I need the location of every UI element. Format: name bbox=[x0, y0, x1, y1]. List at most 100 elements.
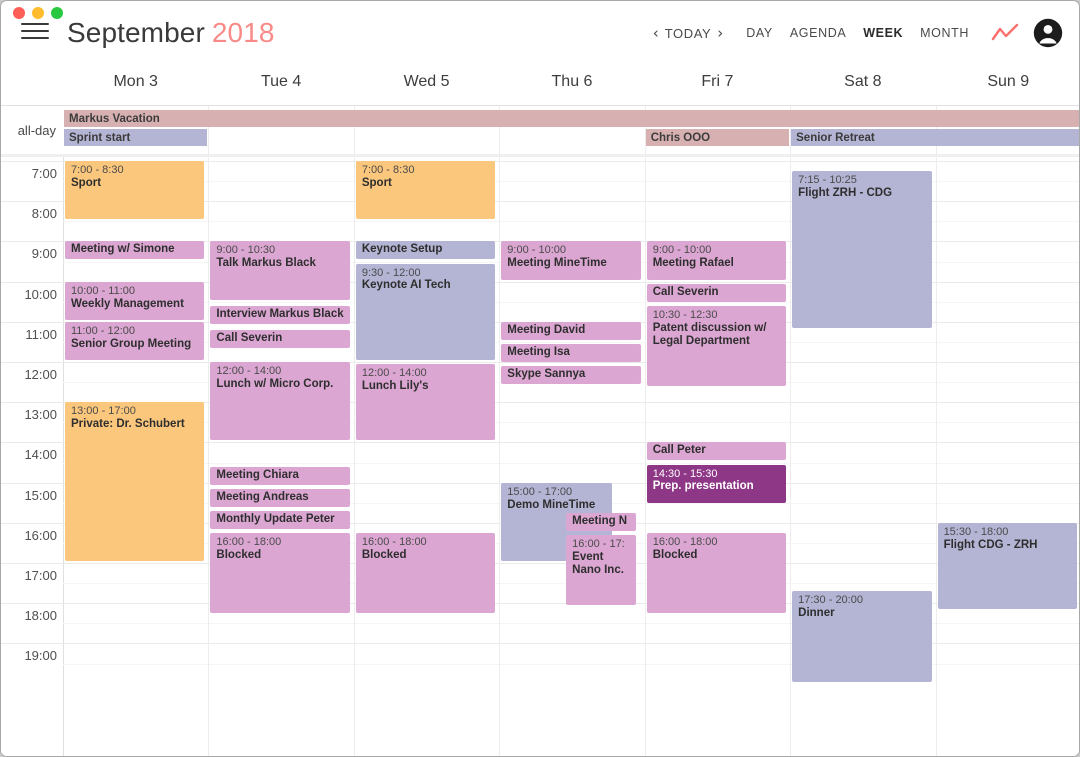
calendar-event[interactable]: Monthly Update Peter bbox=[210, 510, 350, 529]
hamburger-menu-icon[interactable] bbox=[21, 21, 49, 41]
calendar-event[interactable]: Keynote Setup bbox=[355, 241, 496, 260]
calendar-event[interactable]: 12:00 - 14:00 Lunch w/ Micro Corp. bbox=[210, 362, 350, 441]
view-agenda-button[interactable]: AGENDA bbox=[790, 26, 846, 40]
event-title: Event Nano Inc. bbox=[572, 550, 624, 577]
event-time: 7:15 - 10:25 bbox=[798, 174, 857, 187]
event-title: Sport bbox=[71, 176, 102, 189]
calendar-event[interactable]: 12:00 - 14:00 Lunch Lily's bbox=[355, 364, 496, 441]
view-week-button[interactable]: WEEK bbox=[863, 26, 903, 40]
calendar-event[interactable]: Skype Sannya bbox=[501, 366, 641, 385]
calendar-event[interactable]: Meeting Andreas bbox=[210, 488, 350, 507]
time-label-1300: 13:00 bbox=[24, 407, 57, 423]
day-header-0[interactable]: Mon 3 bbox=[63, 59, 208, 105]
calendar-event[interactable]: 14:30 - 15:30 Prep. presentation bbox=[646, 464, 787, 503]
calendar-event[interactable]: 10:00 - 11:00 Weekly Management bbox=[65, 281, 205, 320]
event-title: Blocked bbox=[216, 548, 262, 561]
maximize-window-button[interactable] bbox=[51, 7, 63, 19]
calendar-event[interactable]: 9:00 - 10:00 Meeting Rafael bbox=[646, 241, 787, 280]
calendar-event[interactable]: Meeting N bbox=[566, 512, 636, 531]
line-chart-icon[interactable] bbox=[991, 23, 1019, 43]
event-time: 15:30 - 18:00 bbox=[943, 525, 1009, 538]
event-title: Monthly Update Peter bbox=[216, 512, 335, 525]
allday-event[interactable]: Senior Retreat bbox=[791, 129, 1079, 146]
view-day-button[interactable]: DAY bbox=[746, 26, 773, 40]
next-week-button[interactable]: › bbox=[711, 25, 729, 41]
hour-gridline bbox=[1, 362, 1079, 363]
event-title: Meeting MineTime bbox=[507, 257, 607, 270]
day-column-divider bbox=[208, 157, 210, 756]
prev-week-button[interactable]: ‹ bbox=[647, 25, 665, 41]
close-window-button[interactable] bbox=[13, 7, 25, 19]
event-time: 16:00 - 18:00 bbox=[361, 535, 427, 548]
calendar-event[interactable]: Meeting Isa bbox=[501, 343, 641, 362]
title-bar: September 2018 ‹ TODAY › DAY AGENDA WEEK … bbox=[1, 1, 1079, 59]
event-title: Blocked bbox=[361, 548, 407, 561]
minimize-window-button[interactable] bbox=[32, 7, 44, 19]
event-time: 9:00 - 10:00 bbox=[652, 244, 712, 257]
event-time: 10:00 - 11:00 bbox=[71, 284, 136, 297]
event-title: Lunch Lily's bbox=[361, 379, 429, 392]
day-column-divider bbox=[499, 157, 501, 756]
event-title: Meeting Andreas bbox=[216, 490, 309, 503]
year-label: 2018 bbox=[211, 17, 275, 48]
today-button[interactable]: TODAY bbox=[665, 26, 712, 41]
day-header-row: Mon 3 Tue 4 Wed 5 Thu 6 Fri 7 Sat 8 Sun 9 bbox=[1, 59, 1079, 105]
calendar-event[interactable]: 9:30 - 12:00 Keynote AI Tech bbox=[355, 263, 496, 360]
event-title: Dinner bbox=[798, 607, 835, 620]
event-title: Senior Group Meeting bbox=[71, 337, 192, 350]
calendar-event[interactable]: 13:00 - 17:00 Private: Dr. Schubert bbox=[65, 402, 205, 561]
event-title: Private: Dr. Schubert bbox=[71, 418, 185, 431]
event-time: 7:00 - 8:30 bbox=[71, 164, 124, 176]
event-title: Skype Sannya bbox=[507, 368, 586, 381]
calendar-event[interactable]: 7:15 - 10:25 Flight ZRH - CDG bbox=[792, 171, 932, 328]
event-title: Blocked bbox=[652, 548, 698, 561]
day-header-2[interactable]: Wed 5 bbox=[354, 59, 499, 105]
day-header-5[interactable]: Sat 8 bbox=[790, 59, 935, 105]
view-month-button[interactable]: MONTH bbox=[920, 26, 969, 40]
calendar-event[interactable]: Meeting Chiara bbox=[210, 466, 350, 485]
event-time: 11:00 - 12:00 bbox=[71, 324, 136, 337]
day-header-1[interactable]: Tue 4 bbox=[208, 59, 353, 105]
user-avatar-icon[interactable] bbox=[1033, 18, 1063, 48]
calendar-event[interactable]: 16:00 - 17: Event Nano Inc. bbox=[566, 534, 636, 606]
time-label-1200: 12:00 bbox=[24, 367, 57, 382]
calendar-event[interactable]: 10:30 - 12:30 Patent discussion w/ Legal … bbox=[646, 305, 787, 387]
week-grid[interactable]: 7:00 8:00 9:00 10:00 11:00 12:00 13:00 14:00 15:… bbox=[1, 157, 1079, 756]
calendar-event[interactable]: 9:00 - 10:00 Meeting MineTime bbox=[501, 241, 641, 280]
calendar-event[interactable]: Call Peter bbox=[646, 442, 787, 461]
calendar-event[interactable]: 16:00 - 18:00 Blocked bbox=[210, 532, 350, 614]
gutter-divider bbox=[63, 157, 64, 756]
allday-event[interactable]: Chris OOO bbox=[645, 129, 790, 146]
calendar-event[interactable]: Call Severin bbox=[646, 283, 787, 302]
day-header-3[interactable]: Thu 6 bbox=[499, 59, 644, 105]
calendar-event[interactable]: Meeting w/ Simone bbox=[65, 241, 205, 260]
allday-event[interactable]: Markus Vacation bbox=[64, 110, 1079, 127]
time-label-1600: 16:00 bbox=[24, 527, 57, 543]
event-title: Call Severin bbox=[216, 331, 283, 344]
calendar-event[interactable]: Interview Markus Black bbox=[210, 305, 350, 324]
allday-event[interactable]: Sprint start bbox=[64, 129, 208, 146]
calendar-event[interactable]: 7:00 - 8:30 Sport bbox=[65, 161, 205, 220]
calendar-event[interactable]: Meeting David bbox=[501, 321, 641, 340]
calendar-event[interactable]: 15:30 - 18:00 Flight CDG - ZRH bbox=[937, 522, 1077, 610]
page-title: September 2018 bbox=[67, 17, 275, 49]
calendar-event[interactable]: 16:00 - 18:00 Blocked bbox=[355, 532, 496, 614]
time-label-1900: 19:00 bbox=[24, 648, 57, 664]
time-label-700: 7:00 bbox=[31, 166, 57, 181]
calendar-event[interactable]: 17:30 - 20:00 Dinner bbox=[792, 591, 932, 682]
calendar-event[interactable]: 11:00 - 12:00 Senior Group Meeting bbox=[65, 321, 205, 360]
calendar-event[interactable]: 16:00 - 18:00 Blocked bbox=[646, 532, 787, 614]
event-title: Meeting David bbox=[507, 323, 586, 336]
event-title: Interview Markus Black bbox=[216, 307, 344, 320]
calendar-event[interactable]: Call Severin bbox=[210, 329, 350, 348]
calendar-event[interactable]: 7:00 - 8:30 Sport bbox=[355, 161, 496, 220]
event-title: Lunch w/ Micro Corp. bbox=[216, 377, 334, 390]
calendar-event[interactable]: 9:00 - 10:30 Talk Markus Black bbox=[210, 241, 350, 300]
event-title: Prep. presentation bbox=[652, 480, 754, 493]
event-title: Meeting Rafael bbox=[652, 257, 734, 270]
day-header-4[interactable]: Fri 7 bbox=[645, 59, 790, 105]
day-header-6[interactable]: Sun 9 bbox=[936, 59, 1079, 105]
event-title: Meeting N bbox=[572, 514, 628, 527]
time-label-1500: 15:00 bbox=[24, 487, 57, 503]
event-time: 12:00 - 14:00 bbox=[361, 367, 427, 379]
